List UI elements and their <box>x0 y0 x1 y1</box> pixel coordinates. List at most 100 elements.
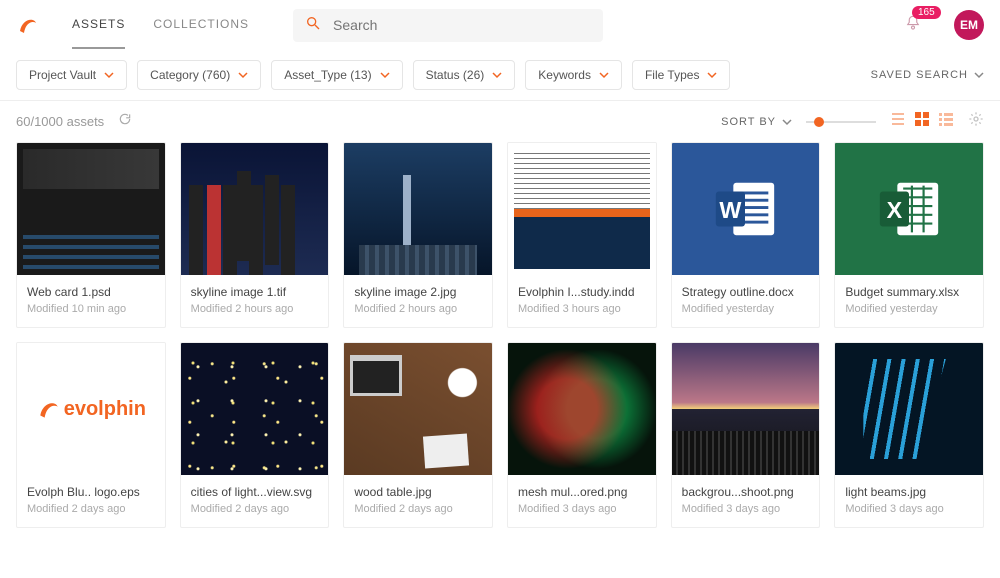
view-detailed-list-button[interactable] <box>938 111 954 132</box>
asset-card[interactable]: XBudget summary.xlsxModified yesterday <box>834 142 984 328</box>
refresh-button[interactable] <box>118 112 132 131</box>
asset-modified: Modified 2 days ago <box>191 503 319 515</box>
chevron-down-icon <box>380 70 390 80</box>
top-bar: ASSETS COLLECTIONS 165 EM <box>0 0 1000 50</box>
notifications-button[interactable]: 165 <box>904 14 922 37</box>
chevron-down-icon <box>974 70 984 80</box>
asset-filename: Budget summary.xlsx <box>845 285 973 299</box>
view-grid-button[interactable] <box>914 111 930 132</box>
asset-modified: Modified 10 min ago <box>27 303 155 315</box>
asset-filename: skyline image 1.tif <box>191 285 319 299</box>
sort-by-label: SORT BY <box>721 116 776 128</box>
asset-filename: mesh mul...ored.png <box>518 485 646 499</box>
thumbnail-size-slider[interactable] <box>806 121 876 123</box>
filter-chip[interactable]: Category (760) <box>137 60 261 90</box>
sort-by-button[interactable]: SORT BY <box>721 116 792 128</box>
asset-modified: Modified 2 hours ago <box>191 303 319 315</box>
list-icon <box>890 111 906 127</box>
user-avatar[interactable]: EM <box>954 10 984 40</box>
asset-meta: Web card 1.psd Modified 10 min ago <box>17 275 165 327</box>
word-icon: W <box>672 143 820 275</box>
asset-filename: light beams.jpg <box>845 485 973 499</box>
asset-meta: Strategy outline.docx Modified yesterday <box>672 275 820 327</box>
slider-knob-icon <box>814 117 824 127</box>
asset-filename: wood table.jpg <box>354 485 482 499</box>
gear-icon <box>968 111 984 127</box>
asset-card[interactable]: W Strategy outline.docx Modified yesterday <box>671 142 821 328</box>
filter-label: Project Vault <box>29 68 96 82</box>
asset-card[interactable]: cities of light...view.svg Modified 2 day… <box>180 342 330 528</box>
asset-meta: backgrou...shoot.png Modified 3 days ago <box>672 475 820 527</box>
asset-card[interactable]: evolphin Evolph Blu.. logo.epsModified 2 … <box>16 342 166 528</box>
tab-assets[interactable]: ASSETS <box>72 1 125 49</box>
asset-filename: Evolph Blu.. logo.eps <box>27 485 155 499</box>
chevron-down-icon <box>492 70 502 80</box>
detailed-list-icon <box>938 111 954 127</box>
editor-thumb <box>17 143 165 275</box>
filter-chip[interactable]: Status (26) <box>413 60 516 90</box>
filter-label: Category (760) <box>150 68 230 82</box>
chevron-down-icon <box>238 70 248 80</box>
asset-card[interactable]: skyline image 2.jpgModified 2 hours ago <box>343 142 493 328</box>
asset-meta: light beams.jpg Modified 3 days ago <box>835 475 983 527</box>
desk-thumb <box>344 343 492 475</box>
asset-modified: Modified 3 days ago <box>682 503 810 515</box>
asset-card[interactable]: skyline image 1.tif Modified 2 hours ago <box>180 142 330 328</box>
asset-card[interactable]: Web card 1.psd Modified 10 min ago <box>16 142 166 328</box>
filter-label: File Types <box>645 68 699 82</box>
svg-text:W: W <box>720 197 742 223</box>
filter-chip[interactable]: Asset_Type (13) <box>271 60 402 90</box>
asset-meta: skyline image 1.tif Modified 2 hours ago <box>181 275 329 327</box>
asset-filename: backgrou...shoot.png <box>682 485 810 499</box>
asset-modified: Modified 2 hours ago <box>354 303 482 315</box>
asset-count: 60/1000 assets <box>16 114 104 129</box>
tab-collections[interactable]: COLLECTIONS <box>153 1 249 49</box>
filter-bar: Project Vault Category (760) Asset_Type (1… <box>0 50 1000 101</box>
svg-text:X: X <box>887 197 903 223</box>
asset-card[interactable]: mesh mul...ored.png Modified 3 days ago <box>507 342 657 528</box>
toolbar: 60/1000 assets SORT BY <box>0 101 1000 142</box>
excel-icon: X <box>835 143 983 275</box>
skyline-thumb <box>344 143 492 275</box>
asset-card[interactable]: backgrou...shoot.png Modified 3 days ago <box>671 342 821 528</box>
brand-text: evolphin <box>64 398 146 421</box>
filter-chip[interactable]: File Types <box>632 60 730 90</box>
asset-grid: Web card 1.psd Modified 10 min ago skyline… <box>0 142 1000 544</box>
asset-modified: Modified 3 hours ago <box>518 303 646 315</box>
indesign-thumb <box>508 143 656 275</box>
filter-chip[interactable]: Project Vault <box>16 60 127 90</box>
chevron-down-icon <box>707 70 717 80</box>
saved-search-label: SAVED SEARCH <box>871 69 968 81</box>
asset-meta: skyline image 2.jpgModified 2 hours ago <box>344 275 492 327</box>
refresh-icon <box>118 112 132 126</box>
settings-button[interactable] <box>968 111 984 132</box>
search-icon <box>305 15 321 36</box>
search-input[interactable] <box>333 17 591 33</box>
asset-card[interactable]: light beams.jpg Modified 3 days ago <box>834 342 984 528</box>
skyline-thumb <box>181 143 329 275</box>
asset-card[interactable]: wood table.jpg Modified 2 days ago <box>343 342 493 528</box>
asset-filename: Evolphin I...study.indd <box>518 285 646 299</box>
asset-modified: Modified 3 days ago <box>845 503 973 515</box>
asset-filename: Web card 1.psd <box>27 285 155 299</box>
asset-modified: Modified 3 days ago <box>518 503 646 515</box>
asset-modified: Modified yesterday <box>682 303 810 315</box>
asset-meta: mesh mul...ored.png Modified 3 days ago <box>508 475 656 527</box>
search-box[interactable] <box>293 9 603 42</box>
asset-meta: Evolph Blu.. logo.epsModified 2 days ago <box>17 475 165 527</box>
filter-label: Asset_Type (13) <box>284 68 371 82</box>
nav-tabs: ASSETS COLLECTIONS <box>72 1 249 49</box>
chevron-down-icon <box>599 70 609 80</box>
mesh-thumb <box>508 343 656 475</box>
brand-logo-icon <box>16 13 40 37</box>
notification-badge: 165 <box>912 6 941 19</box>
view-list-button[interactable] <box>890 111 906 132</box>
asset-modified: Modified 2 days ago <box>354 503 482 515</box>
asset-card[interactable]: Evolphin I...study.indd Modified 3 hours … <box>507 142 657 328</box>
asset-filename: Strategy outline.docx <box>682 285 810 299</box>
chevron-down-icon <box>782 117 792 127</box>
saved-search-button[interactable]: SAVED SEARCH <box>871 69 984 81</box>
grid-icon <box>914 111 930 127</box>
asset-filename: cities of light...view.svg <box>191 485 319 499</box>
filter-chip[interactable]: Keywords <box>525 60 622 90</box>
